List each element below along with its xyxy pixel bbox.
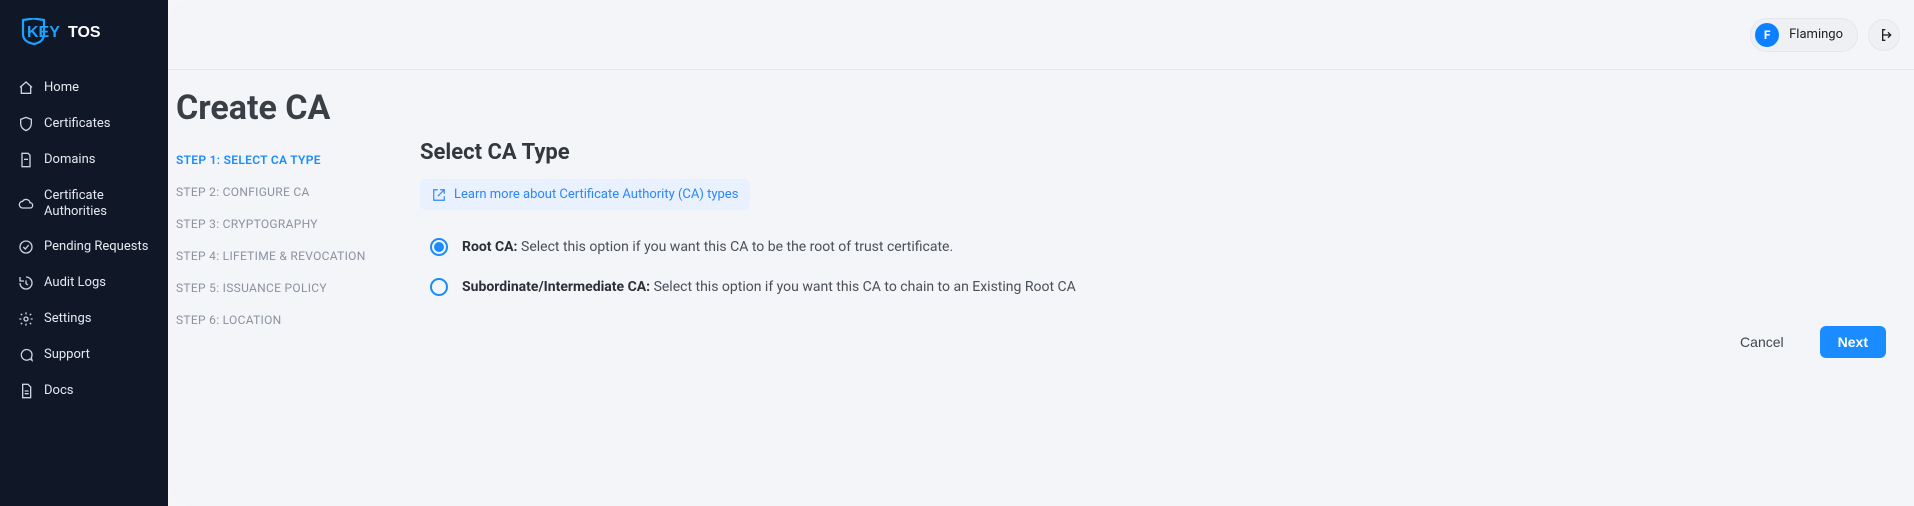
logout-button[interactable] [1868, 19, 1900, 51]
sidebar-item-label: Home [44, 80, 79, 96]
sidebar-item-audit-logs[interactable]: Audit Logs [0, 265, 168, 301]
home-icon [18, 80, 34, 96]
topbar: F Flamingo [168, 0, 1914, 70]
sidebar-nav: Home Certificates Domains Certificate Au… [0, 70, 168, 409]
sidebar-item-docs[interactable]: Docs [0, 373, 168, 409]
wizard-step-2[interactable]: STEP 2: CONFIGURE CA [176, 176, 390, 208]
brand-logo: KEY TOS [0, 14, 168, 64]
next-button[interactable]: Next [1820, 326, 1886, 358]
sidebar-item-label: Support [44, 347, 90, 363]
external-link-icon [432, 188, 446, 202]
wizard-step-3[interactable]: STEP 3: CRYPTOGRAPHY [176, 208, 390, 240]
learn-more-link[interactable]: Learn more about Certificate Authority (… [420, 179, 750, 210]
section-title: Select CA Type [420, 140, 1886, 165]
sidebar-item-label: Certificate Authorities [44, 188, 154, 219]
content: Create CA STEP 1: SELECT CA TYPE STEP 2:… [168, 70, 1914, 378]
cloud-icon [18, 196, 34, 212]
sidebar-item-label: Pending Requests [44, 239, 148, 255]
file-icon [18, 152, 34, 168]
sidebar-item-support[interactable]: Support [0, 337, 168, 373]
sidebar-item-pending-requests[interactable]: Pending Requests [0, 229, 168, 265]
wizard-step-4[interactable]: STEP 4: LIFETIME & REVOCATION [176, 240, 390, 272]
sidebar-item-home[interactable]: Home [0, 70, 168, 106]
wizard-step-1[interactable]: STEP 1: SELECT CA TYPE [176, 144, 390, 176]
option-root-ca-text: Root CA: Select this option if you want … [462, 239, 953, 255]
option-sub-ca-desc: Select this option if you want this CA t… [654, 279, 1076, 295]
gear-icon [18, 311, 34, 327]
sidebar: KEY TOS Home Certificates Domains [0, 0, 168, 506]
wizard-layout: STEP 1: SELECT CA TYPE STEP 2: CONFIGURE… [176, 140, 1886, 358]
svg-text:KEY: KEY [27, 24, 60, 41]
sidebar-item-label: Audit Logs [44, 275, 106, 291]
option-root-ca[interactable]: Root CA: Select this option if you want … [420, 238, 1886, 256]
option-sub-ca[interactable]: Subordinate/Intermediate CA: Select this… [420, 278, 1886, 296]
cancel-button[interactable]: Cancel [1722, 326, 1802, 358]
history-icon [18, 275, 34, 291]
sidebar-item-domains[interactable]: Domains [0, 142, 168, 178]
keytos-logo: KEY TOS [20, 18, 140, 46]
option-sub-ca-text: Subordinate/Intermediate CA: Select this… [462, 279, 1076, 295]
sidebar-item-settings[interactable]: Settings [0, 301, 168, 337]
page-title: Create CA [176, 82, 1886, 140]
ca-type-options: Root CA: Select this option if you want … [420, 238, 1886, 296]
svg-text:TOS: TOS [68, 24, 101, 41]
sidebar-item-label: Certificates [44, 116, 110, 132]
chat-icon [18, 347, 34, 363]
radio-root-ca[interactable] [430, 238, 448, 256]
main: F Flamingo Create CA STEP 1: SELECT CA T… [168, 0, 1914, 506]
sidebar-item-certificates[interactable]: Certificates [0, 106, 168, 142]
wizard-actions: Cancel Next [420, 326, 1886, 358]
user-name: Flamingo [1789, 27, 1843, 42]
sidebar-item-certificate-authorities[interactable]: Certificate Authorities [0, 178, 168, 229]
wizard-step-6[interactable]: STEP 6: LOCATION [176, 304, 390, 336]
wizard-step-5[interactable]: STEP 5: ISSUANCE POLICY [176, 272, 390, 304]
panel: Select CA Type Learn more about Certific… [420, 140, 1886, 358]
sidebar-item-label: Settings [44, 311, 91, 327]
learn-more-label: Learn more about Certificate Authority (… [454, 187, 738, 202]
doc-icon [18, 383, 34, 399]
option-root-ca-title: Root CA: [462, 239, 518, 255]
option-sub-ca-title: Subordinate/Intermediate CA: [462, 279, 650, 295]
shield-icon [18, 116, 34, 132]
avatar: F [1755, 23, 1779, 47]
user-menu[interactable]: F Flamingo [1750, 18, 1858, 52]
sidebar-item-label: Docs [44, 383, 73, 399]
sidebar-item-label: Domains [44, 152, 95, 168]
radio-sub-ca[interactable] [430, 278, 448, 296]
option-root-ca-desc: Select this option if you want this CA t… [521, 239, 953, 255]
check-circle-icon [18, 239, 34, 255]
wizard-steps: STEP 1: SELECT CA TYPE STEP 2: CONFIGURE… [176, 140, 390, 358]
logout-icon [1876, 27, 1892, 43]
